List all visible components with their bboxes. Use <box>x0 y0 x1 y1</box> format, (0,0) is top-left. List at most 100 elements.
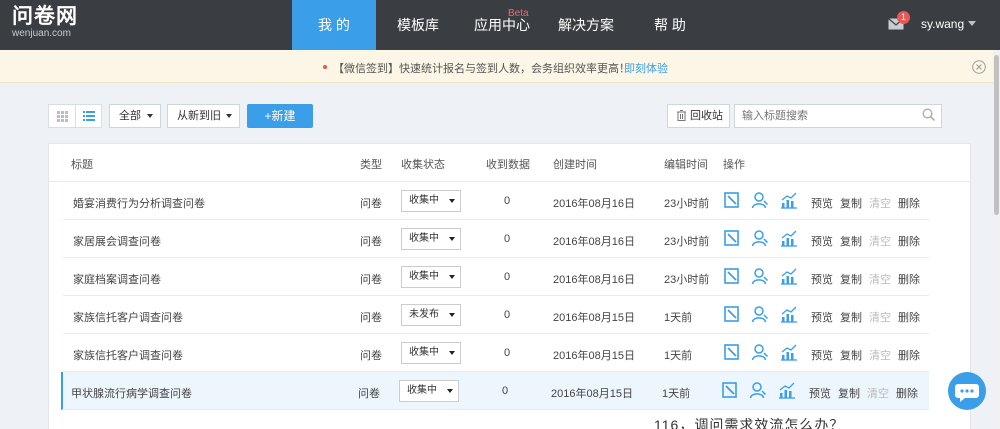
delete-link[interactable]: 删除 <box>898 347 920 363</box>
statistics-icon[interactable] <box>780 306 798 326</box>
status-select[interactable]: 收集中 <box>401 190 461 212</box>
created-time: 2016年08月16日 <box>553 274 635 286</box>
survey-title[interactable]: 婚宴消费行为分析调查问卷 <box>73 195 205 211</box>
list-view-button[interactable] <box>75 105 101 127</box>
edited-time: 23小时前 <box>664 236 710 248</box>
bottom-overlay-text: 116，调问需求效流怎么办？ <box>654 417 845 429</box>
grid-view-button[interactable] <box>49 105 75 127</box>
statistics-icon[interactable] <box>780 344 798 364</box>
share-icon[interactable] <box>751 267 769 288</box>
status-value: 未发布 <box>409 309 439 320</box>
delete-link[interactable]: 删除 <box>896 385 918 401</box>
nav-item-help[interactable]: 帮 助 <box>628 0 712 50</box>
copy-link[interactable]: 复制 <box>840 195 862 211</box>
statistics-icon[interactable] <box>780 192 798 212</box>
statistics-icon[interactable] <box>780 268 798 288</box>
preview-link[interactable]: 预览 <box>811 195 833 211</box>
clear-link[interactable]: 清空 <box>869 195 891 211</box>
beta-tag: Beta <box>508 8 529 19</box>
survey-title[interactable]: 家居展会调查问卷 <box>73 233 161 249</box>
logo[interactable]: 问卷网 wenjuan.com <box>12 6 78 40</box>
created-time: 2016年08月15日 <box>551 388 633 400</box>
edit-icon[interactable] <box>724 306 740 325</box>
preview-link[interactable]: 预览 <box>809 385 831 401</box>
username[interactable]: sy.wang <box>921 17 964 31</box>
preview-link[interactable]: 预览 <box>811 309 833 325</box>
delete-link[interactable]: 删除 <box>898 195 920 211</box>
status-select[interactable]: 收集中 <box>401 228 461 250</box>
preview-link[interactable]: 预览 <box>811 233 833 249</box>
share-icon[interactable] <box>751 343 769 364</box>
notice-bar: 【微信签到】快速统计报名与签到人数，会务组织效率更高！ 即刻体验 <box>0 50 1000 83</box>
edit-icon[interactable] <box>724 268 740 287</box>
status-select[interactable]: 收集中 <box>399 380 459 402</box>
preview-link[interactable]: 预览 <box>811 347 833 363</box>
copy-link[interactable]: 复制 <box>840 309 862 325</box>
edit-icon[interactable] <box>724 230 740 249</box>
sort-select[interactable]: 从新到旧 <box>167 104 240 128</box>
column-header-title: 标题 <box>71 159 93 171</box>
status-select[interactable]: 收集中 <box>401 266 461 288</box>
table-row[interactable]: 家族信托客户调查问卷 问卷 未发布 0 2016年08月15日 1天前 预览 复制 清空 删除 <box>63 296 929 334</box>
nav-item-solutions[interactable]: 解决方案 <box>544 0 628 50</box>
delete-link[interactable]: 删除 <box>898 233 920 249</box>
nav-item-templates[interactable]: 模板库 <box>376 0 460 50</box>
column-header-type: 类型 <box>360 159 382 171</box>
status-value: 收集中 <box>407 385 437 396</box>
list-icon <box>82 111 95 121</box>
user-menu-caret-icon[interactable] <box>968 21 976 26</box>
received-count: 0 <box>504 195 511 207</box>
preview-link[interactable]: 预览 <box>811 271 833 287</box>
search-icon[interactable] <box>922 108 936 122</box>
share-icon[interactable] <box>751 191 769 212</box>
received-count: 0 <box>504 309 511 321</box>
created-time: 2016年08月15日 <box>553 350 635 362</box>
status-select[interactable]: 收集中 <box>401 342 461 364</box>
edit-icon[interactable] <box>724 344 740 363</box>
filter-select[interactable]: 全部 <box>109 104 161 128</box>
clear-link[interactable]: 清空 <box>867 385 889 401</box>
table-row[interactable]: 婚宴消费行为分析调查问卷 问卷 收集中 0 2016年08月16日 23小时前 预览 复制 清空… <box>63 182 929 220</box>
chevron-down-icon <box>449 351 455 355</box>
copy-link[interactable]: 复制 <box>838 385 860 401</box>
copy-link[interactable]: 复制 <box>840 347 862 363</box>
table-row[interactable]: 家庭档案调查问卷 问卷 收集中 0 2016年08月16日 23小时前 预览 复制 清空 删除 <box>63 258 929 296</box>
edit-icon[interactable] <box>724 192 740 211</box>
copy-link[interactable]: 复制 <box>840 271 862 287</box>
edit-icon[interactable] <box>722 382 738 401</box>
table-row[interactable]: 家居展会调查问卷 问卷 收集中 0 2016年08月16日 23小时前 预览 复制 清空 删除 <box>63 220 929 258</box>
search-input[interactable] <box>734 104 942 128</box>
delete-link[interactable]: 删除 <box>898 309 920 325</box>
status-value: 收集中 <box>409 271 439 282</box>
nav-item-apps[interactable]: 应用中心 Beta <box>460 0 544 50</box>
notice-text: 【微信签到】快速统计报名与签到人数，会务组织效率更高！ <box>333 63 630 75</box>
statistics-icon[interactable] <box>778 382 796 402</box>
survey-title[interactable]: 家族信托客户调查问卷 <box>73 347 183 363</box>
share-icon[interactable] <box>749 381 767 402</box>
table-row[interactable]: 甲状腺流行病学调查问卷 问卷 收集中 0 2016年08月15日 1天前 预览 复制 清空 删除 <box>61 372 929 410</box>
statistics-icon[interactable] <box>780 230 798 250</box>
clear-link[interactable]: 清空 <box>869 309 891 325</box>
close-icon[interactable] <box>972 60 986 74</box>
clear-link[interactable]: 清空 <box>869 233 891 249</box>
received-count: 0 <box>504 347 511 359</box>
nav-item-mine[interactable]: 我 的 <box>292 0 376 50</box>
share-icon[interactable] <box>751 229 769 250</box>
copy-link[interactable]: 复制 <box>840 233 862 249</box>
recycle-bin-button[interactable]: 回收站 <box>667 104 730 128</box>
chevron-down-icon <box>226 114 232 118</box>
survey-title[interactable]: 家庭档案调查问卷 <box>73 271 161 287</box>
share-icon[interactable] <box>751 305 769 326</box>
survey-title[interactable]: 家族信托客户调查问卷 <box>73 309 183 325</box>
clear-link[interactable]: 清空 <box>869 347 891 363</box>
delete-link[interactable]: 删除 <box>898 271 920 287</box>
clear-link[interactable]: 清空 <box>869 271 891 287</box>
table-row[interactable]: 家族信托客户调查问卷 问卷 收集中 0 2016年08月15日 1天前 预览 复制 清空 删除 <box>63 334 929 372</box>
new-survey-button[interactable]: +新建 <box>247 104 313 128</box>
status-select[interactable]: 未发布 <box>401 304 461 326</box>
scrollbar-thumb[interactable] <box>994 55 999 215</box>
notice-link[interactable]: 即刻体验 <box>624 60 668 76</box>
trash-icon <box>677 110 686 121</box>
chat-button[interactable] <box>948 372 986 410</box>
survey-title[interactable]: 甲状腺流行病学调查问卷 <box>71 385 192 401</box>
